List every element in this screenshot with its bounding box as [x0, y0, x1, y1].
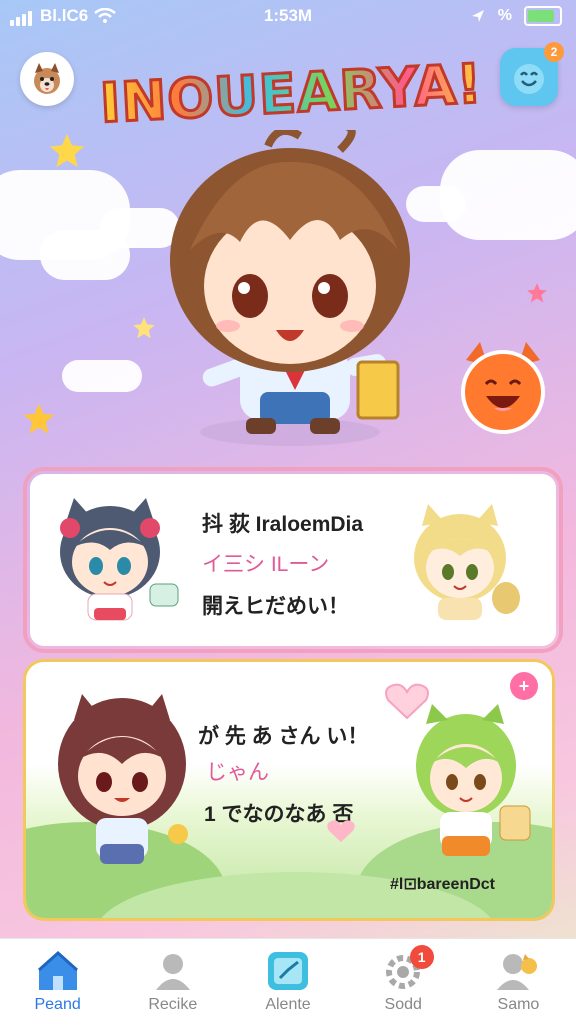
smiley-icon — [514, 64, 544, 94]
chibi-cat-girl-illustration — [60, 498, 179, 621]
notification-badge: 2 — [544, 42, 564, 62]
nav-item-edit[interactable]: Alente — [230, 939, 345, 1025]
hero-character-illustration — [170, 130, 410, 446]
nav-label: Samo — [497, 996, 540, 1013]
chibi-green-hair-girl-illustration — [416, 704, 531, 856]
card2-caption: #l⊡bareenDct — [390, 876, 495, 893]
star-icon — [49, 133, 85, 168]
bottom-nav: Peand Recike Alente 1 Sodd Samo — [0, 938, 576, 1025]
add-button[interactable]: + — [510, 672, 538, 700]
nav-item-profile[interactable]: Recike — [115, 939, 230, 1025]
chibi-brown-hair-girl-illustration — [58, 694, 188, 864]
nav-item-friend[interactable]: Samo — [461, 939, 576, 1025]
feature-card-1[interactable]: 抖 荻 IraloemDia イ三シ ILーン 開えヒだめい！ — [26, 470, 560, 650]
cloud-decoration — [62, 360, 142, 392]
fox-mascot-icon[interactable] — [458, 340, 548, 436]
nav-label: Recike — [148, 996, 198, 1013]
nav-item-settings[interactable]: 1 Sodd — [346, 939, 461, 1025]
nav-label: Alente — [265, 996, 311, 1013]
nav-label: Sodd — [384, 996, 422, 1013]
profile-icon — [155, 954, 190, 990]
battery-icon — [524, 6, 562, 26]
feature-card-2[interactable]: が 先 あ さん い！ じゃん 1 でなのなあ 否 #l⊡bareenDct + — [26, 662, 552, 918]
percent-icon: % — [497, 7, 512, 24]
notifications-button[interactable]: 2 — [500, 42, 564, 106]
home-icon — [37, 950, 78, 990]
card1-title: 抖 荻 IraloemDia — [202, 513, 364, 536]
card1-body: 開えヒだめい！ — [202, 595, 349, 618]
location-icon — [471, 10, 484, 22]
heart-icon — [327, 820, 355, 843]
avatar-button[interactable] — [20, 52, 74, 106]
star-icon — [527, 283, 547, 303]
cloud-decoration — [440, 150, 576, 240]
status-bar: Bl.lC6 1:53M % — [0, 0, 576, 34]
nav-item-home[interactable]: Peand — [0, 939, 115, 1025]
star-icon — [23, 403, 55, 434]
puppy-avatar-icon — [34, 63, 60, 94]
settings-badge: 1 — [409, 945, 434, 969]
card2-subtitle: じゃん — [206, 761, 269, 784]
edit-icon — [268, 952, 308, 990]
nav-label: Peand — [34, 996, 81, 1013]
app-logo: INOUEARYA! — [97, 50, 485, 136]
friend-icon — [497, 954, 538, 990]
card2-title: が 先 あ さん い！ — [198, 725, 369, 748]
chibi-blonde-girl-illustration — [414, 504, 520, 620]
card1-subtitle: イ三シ ILーン — [202, 553, 330, 576]
